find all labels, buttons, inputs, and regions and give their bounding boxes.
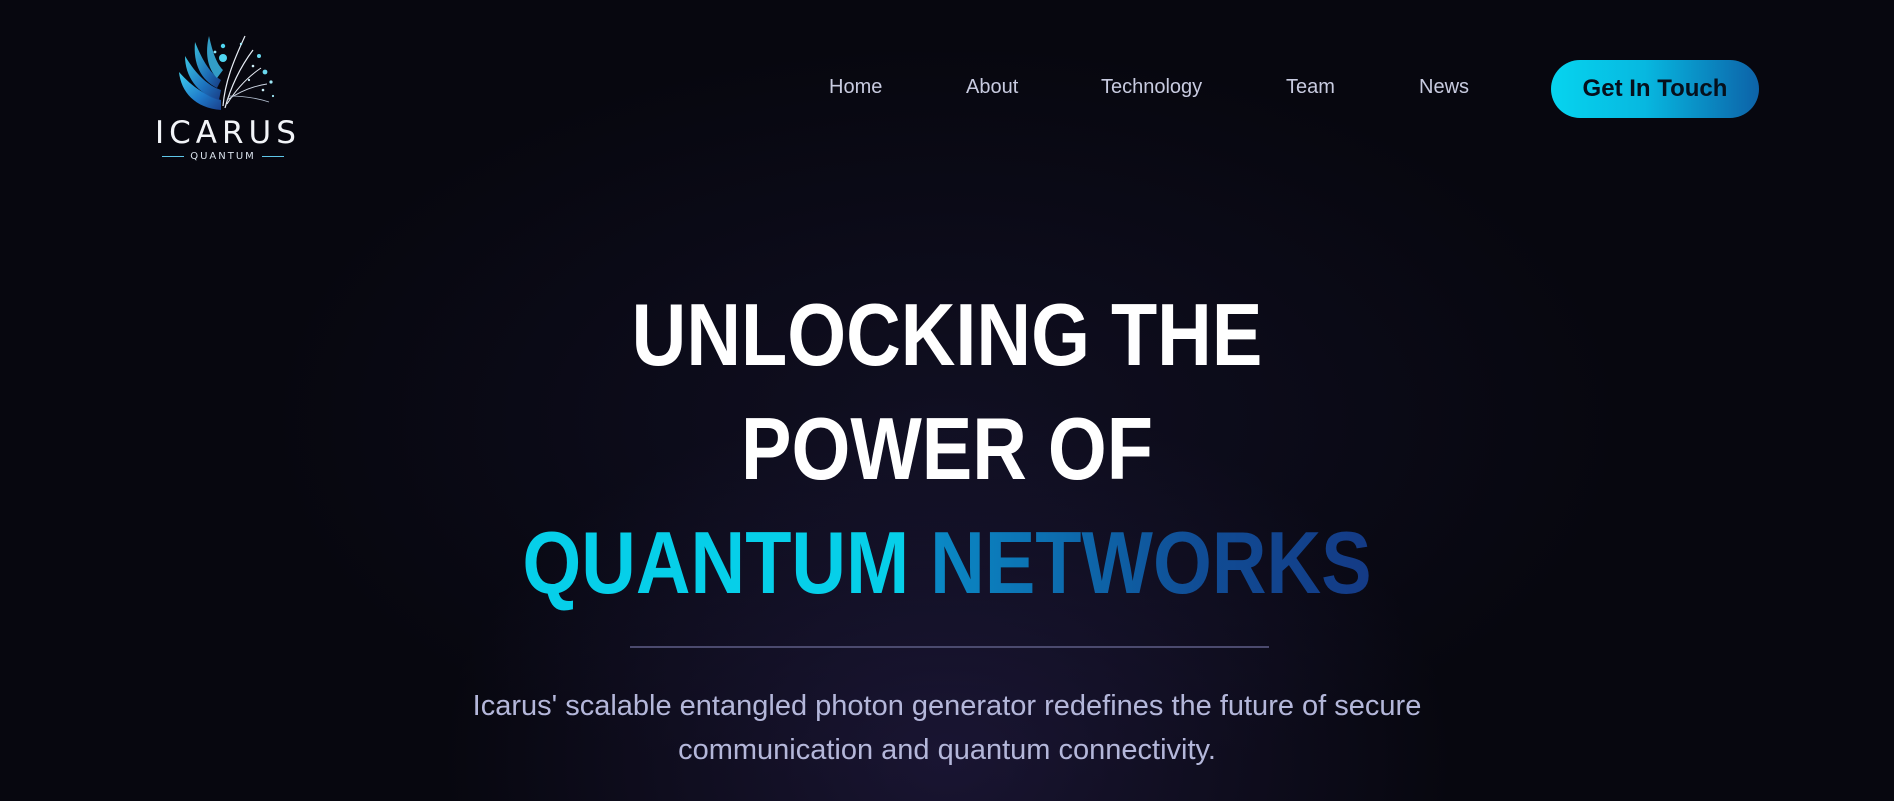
hero-description: Icarus' scalable entangled photon genera… <box>472 690 1422 766</box>
page: ICARUS QUANTUM Home About Technology Tea… <box>0 0 1894 801</box>
nav-link-news[interactable]: News <box>1419 76 1469 99</box>
tagline-rule-left <box>162 156 185 157</box>
get-in-touch-button[interactable]: Get In Touch <box>1551 60 1759 118</box>
hero-title: UNLOCKING THE POWER OF QUANTUM NETWORKS <box>0 278 1894 620</box>
hero-title-accent-quantum: QUANTUM <box>522 513 910 612</box>
hero-title-line-2: POWER OF <box>740 399 1154 498</box>
nav-link-home[interactable]: Home <box>829 76 882 99</box>
nav-link-team[interactable]: Team <box>1286 76 1335 99</box>
nav-link-about[interactable]: About <box>966 76 1018 99</box>
brand-tagline-row: QUANTUM <box>155 151 291 162</box>
brand-tagline: QUANTUM <box>190 151 256 162</box>
nav-link-technology[interactable]: Technology <box>1101 76 1202 99</box>
tagline-rule-right <box>261 156 284 157</box>
hero-title-accent-networks: NETWORKS <box>930 513 1372 612</box>
hero-divider <box>630 646 1269 648</box>
wing-icon <box>179 35 275 110</box>
hero-title-line-3: QUANTUM NETWORKS <box>133 506 1762 620</box>
brand-logo[interactable]: ICARUS QUANTUM <box>155 26 301 162</box>
hero-title-line-1: UNLOCKING THE <box>631 285 1263 384</box>
brand-name: ICARUS <box>155 115 301 151</box>
